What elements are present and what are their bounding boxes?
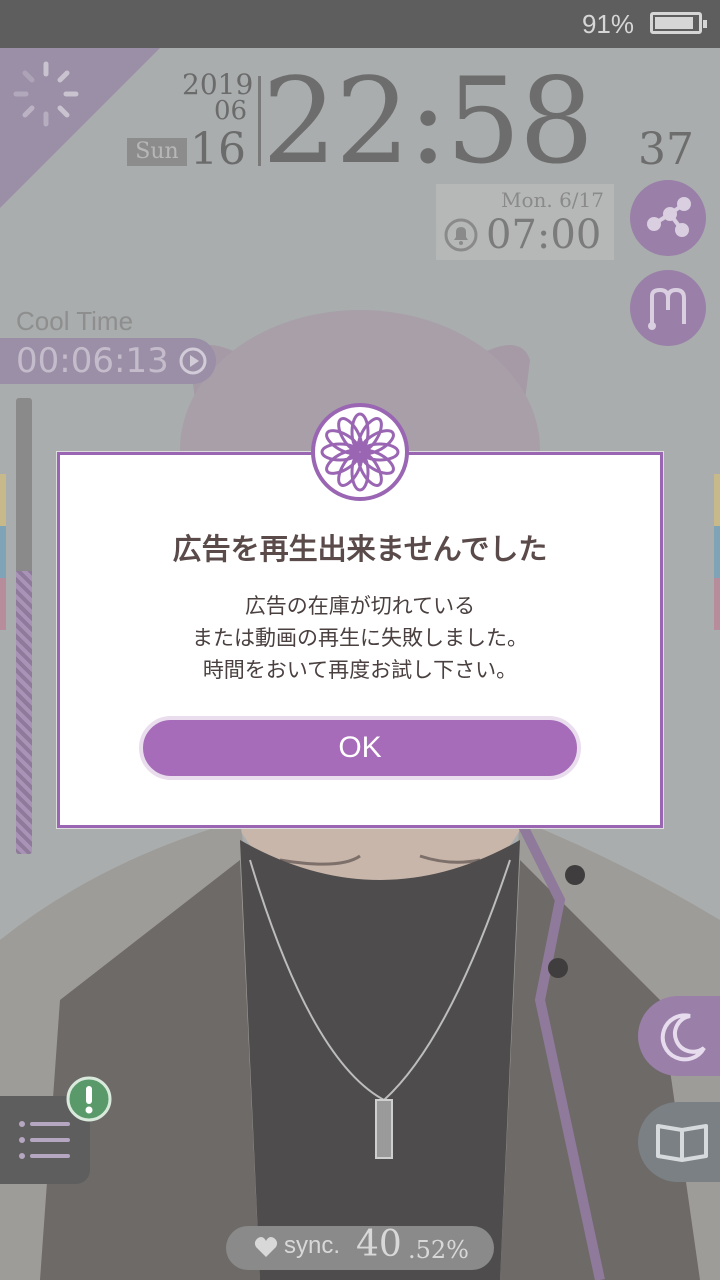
route-icon <box>648 287 686 330</box>
clock-divider <box>258 76 261 166</box>
sleep-button[interactable] <box>638 996 720 1076</box>
clock-seconds: 37 <box>638 124 694 175</box>
play-icon[interactable] <box>178 346 208 376</box>
alarm-bell-icon <box>444 218 478 252</box>
clock-day-of-week: Sun <box>127 138 187 166</box>
sync-label: sync. <box>284 1232 341 1259</box>
exclamation-icon <box>66 1076 112 1122</box>
clock-time: 22:58 <box>262 52 594 190</box>
level-gauge <box>16 398 32 854</box>
side-tab-blue-left[interactable] <box>0 526 6 578</box>
clock-day: 16 <box>190 124 246 175</box>
dialog-message-line: 広告の在庫が切れている <box>244 594 476 618</box>
book-icon <box>656 1124 708 1162</box>
route-button[interactable] <box>630 270 706 346</box>
cool-time-value: 00:06:13 <box>16 341 169 381</box>
side-tab-yellow[interactable] <box>714 474 720 526</box>
loading-spinner-icon <box>13 61 79 127</box>
side-tab-pink[interactable] <box>714 578 720 630</box>
sync-value-frac: .52% <box>408 1236 469 1264</box>
battery-percent: 91% <box>581 9 634 39</box>
dialog-message: 広告の在庫が切れている または動画の再生に失敗しました。 時間をおいて再度お試し… <box>57 590 663 686</box>
side-tab-blue[interactable] <box>714 526 720 578</box>
cool-time-label: Cool Time <box>16 306 134 336</box>
moon-icon <box>660 1013 706 1062</box>
side-tab-pink-left[interactable] <box>0 578 6 630</box>
share-button[interactable] <box>630 180 706 256</box>
clock-month: 06 <box>214 96 248 126</box>
battery-icon <box>650 12 707 34</box>
ok-button[interactable]: OK <box>139 716 581 780</box>
alarm-time: 07:00 <box>486 212 602 258</box>
flower-emblem-icon <box>311 403 409 501</box>
status-bar: 91% <box>0 0 720 48</box>
sync-value-int: 40 <box>356 1224 402 1265</box>
dialog-message-line: 時間をおいて再度お試し下さい。 <box>202 658 518 682</box>
alarm-panel[interactable]: Mon. 6/17 07:00 <box>436 184 614 260</box>
heart-icon <box>254 1237 278 1257</box>
alarm-date: Mon. 6/17 <box>500 188 604 212</box>
side-tab-yellow-left[interactable] <box>0 474 6 526</box>
dialog-title: 広告を再生出来ませんでした <box>172 532 548 566</box>
dialog-message-line: または動画の再生に失敗しました。 <box>192 626 528 650</box>
share-icon <box>647 197 691 237</box>
book-button[interactable] <box>638 1102 720 1182</box>
